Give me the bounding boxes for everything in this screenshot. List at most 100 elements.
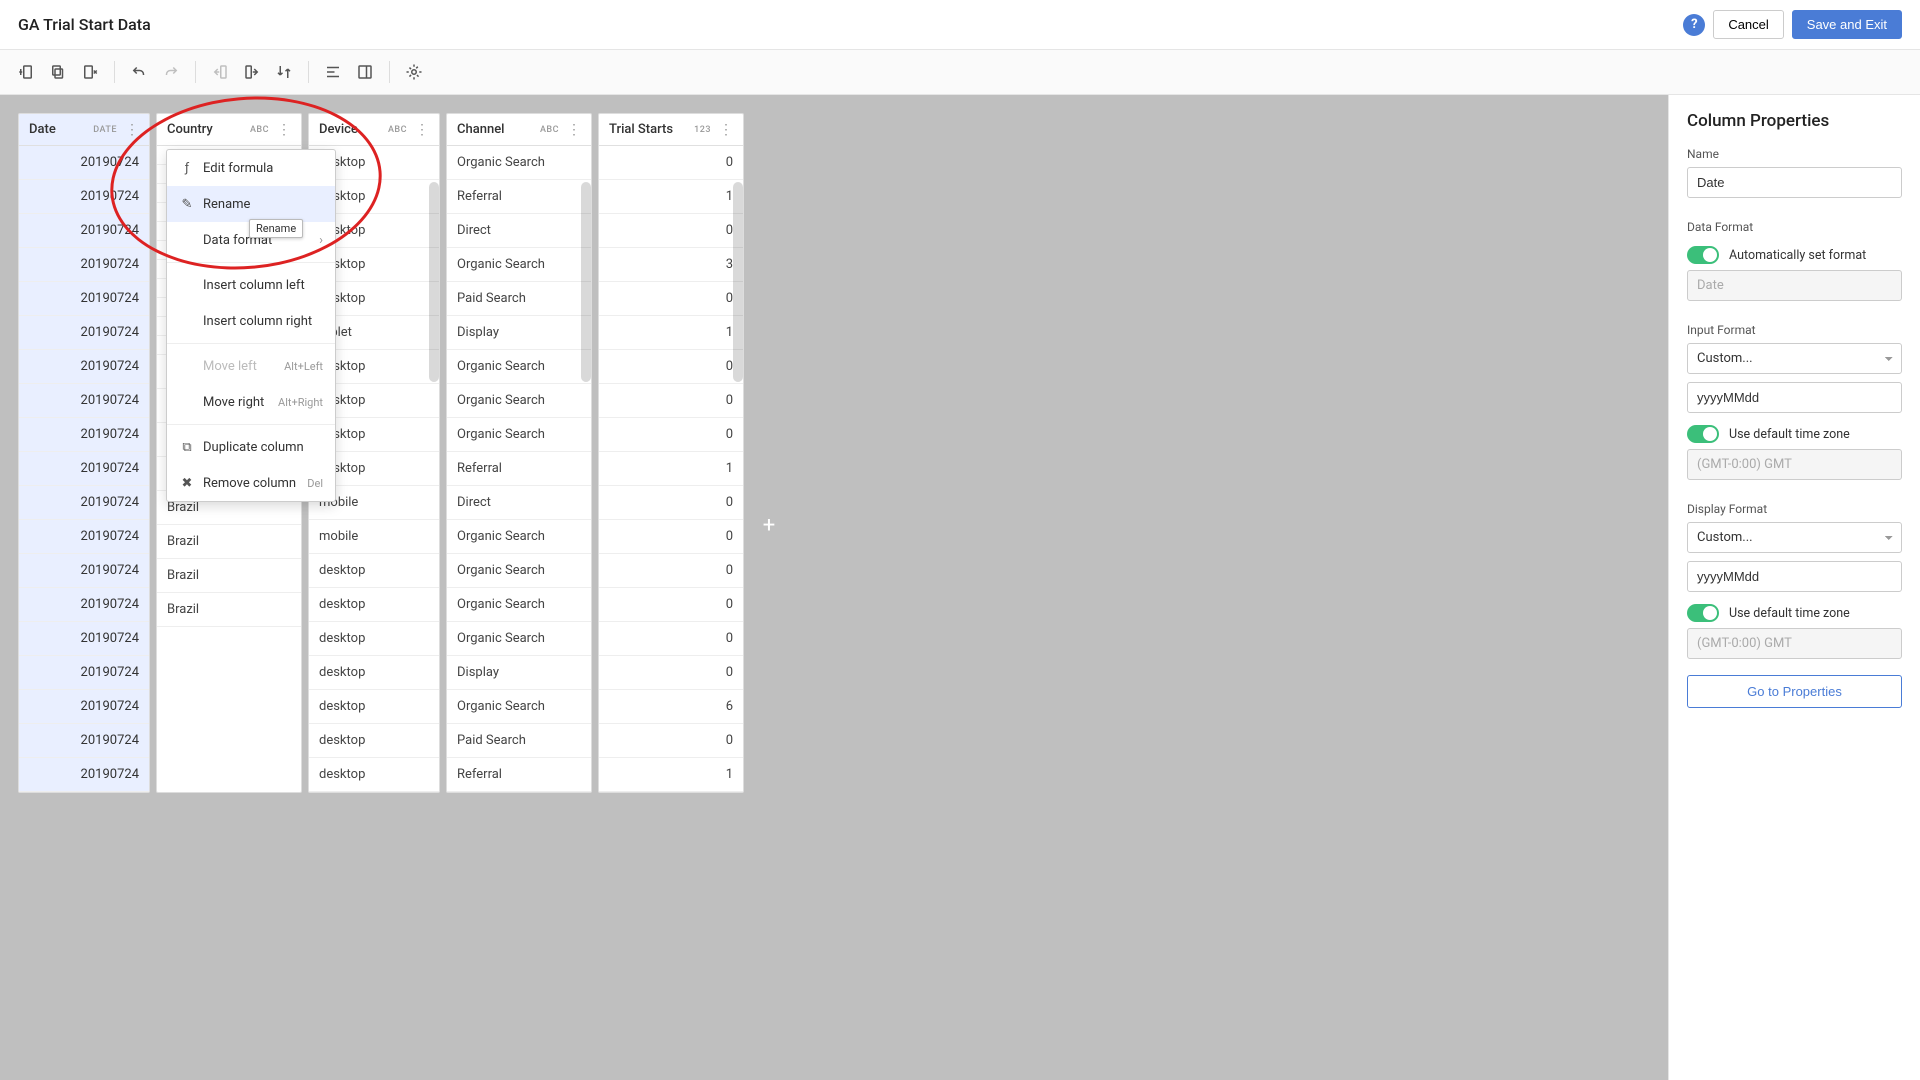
duplicate-icon[interactable] [44,58,72,86]
table-cell[interactable]: 20190724 [19,384,149,418]
move-right-icon[interactable] [238,58,266,86]
remove-column-icon[interactable] [76,58,104,86]
column-menu-icon[interactable]: ⋮ [563,123,581,137]
table-cell[interactable]: Organic Search [447,350,591,384]
table-cell[interactable]: desktop [309,724,439,758]
table-cell[interactable]: 20190724 [19,146,149,180]
table-cell[interactable]: 1 [599,180,743,214]
table-cell[interactable]: 0 [599,724,743,758]
undo-icon[interactable] [125,58,153,86]
table-cell[interactable]: 20190724 [19,520,149,554]
menu-remove[interactable]: ✖Remove columnDel [167,465,335,501]
table-cell[interactable]: 0 [599,214,743,248]
table-cell[interactable]: Organic Search [447,622,591,656]
table-cell[interactable]: Organic Search [447,588,591,622]
table-cell[interactable]: Paid Search [447,282,591,316]
table-cell[interactable]: 0 [599,146,743,180]
table-cell[interactable]: Referral [447,452,591,486]
scrollbar[interactable] [581,182,591,382]
table-cell[interactable]: 20190724 [19,214,149,248]
table-cell[interactable]: 20190724 [19,588,149,622]
display-tz-toggle[interactable] [1687,604,1719,622]
table-cell[interactable]: Referral [447,758,591,792]
menu-edit-formula[interactable]: ƒEdit formula [167,150,335,186]
table-cell[interactable]: desktop [309,690,439,724]
menu-rename[interactable]: ✎Rename [167,186,335,222]
save-exit-button[interactable]: Save and Exit [1792,10,1902,39]
add-column-button[interactable]: + [750,113,788,793]
table-cell[interactable]: 20190724 [19,758,149,792]
table-cell[interactable]: 0 [599,350,743,384]
table-cell[interactable]: 20190724 [19,554,149,588]
input-pattern-input[interactable] [1687,382,1902,413]
column-header[interactable]: Trial Starts 123 ⋮ [599,114,743,146]
table-cell[interactable]: desktop [309,554,439,588]
help-icon[interactable]: ? [1683,14,1705,36]
table-cell[interactable]: Organic Search [447,554,591,588]
insert-left-icon[interactable] [12,58,40,86]
table-cell[interactable]: 20190724 [19,656,149,690]
table-cell[interactable]: 20190724 [19,452,149,486]
swap-icon[interactable] [270,58,298,86]
table-cell[interactable]: mobile [309,520,439,554]
table-cell[interactable]: 1 [599,316,743,350]
table-cell[interactable]: Brazil [157,559,301,593]
menu-move-right[interactable]: Move rightAlt+Right [167,384,335,420]
go-to-properties-button[interactable]: Go to Properties [1687,675,1902,708]
cancel-button[interactable]: Cancel [1713,10,1783,39]
table-cell[interactable]: Direct [447,486,591,520]
table-cell[interactable]: Organic Search [447,690,591,724]
table-cell[interactable]: 20190724 [19,248,149,282]
display-pattern-input[interactable] [1687,561,1902,592]
column-header[interactable]: Channel ABC ⋮ [447,114,591,146]
table-cell[interactable]: 0 [599,554,743,588]
table-cell[interactable]: Organic Search [447,384,591,418]
table-cell[interactable]: Referral [447,180,591,214]
table-cell[interactable]: Organic Search [447,520,591,554]
table-cell[interactable]: desktop [309,656,439,690]
table-cell[interactable]: 20190724 [19,282,149,316]
column-name-input[interactable] [1687,167,1902,198]
column-menu-icon[interactable]: ⋮ [715,123,733,137]
table-cell[interactable]: Display [447,316,591,350]
table-cell[interactable]: 1 [599,758,743,792]
table-cell[interactable]: 20190724 [19,418,149,452]
table-cell[interactable]: 3 [599,248,743,282]
panel-icon[interactable] [351,58,379,86]
align-icon[interactable] [319,58,347,86]
column-header[interactable]: Date DATE ⋮ [19,114,149,146]
menu-insert-left[interactable]: Insert column left [167,267,335,303]
table-cell[interactable]: 20190724 [19,180,149,214]
table-cell[interactable]: Brazil [157,525,301,559]
menu-duplicate[interactable]: ⧉Duplicate column [167,429,335,465]
table-cell[interactable]: desktop [309,758,439,792]
table-cell[interactable]: 0 [599,622,743,656]
table-cell[interactable]: 0 [599,384,743,418]
table-cell[interactable]: 0 [599,520,743,554]
input-format-select[interactable]: Custom... [1687,343,1902,374]
menu-data-format[interactable]: Data format› Rename [167,222,335,258]
column-header[interactable]: Country ABC ⋮ [157,114,301,146]
table-cell[interactable]: Brazil [157,593,301,627]
table-cell[interactable]: Organic Search [447,146,591,180]
table-cell[interactable]: 20190724 [19,486,149,520]
auto-format-toggle[interactable] [1687,246,1719,264]
column-header[interactable]: Device ABC ⋮ [309,114,439,146]
table-cell[interactable]: 1 [599,452,743,486]
table-cell[interactable]: desktop [309,588,439,622]
table-cell[interactable]: 20190724 [19,622,149,656]
table-cell[interactable]: 20190724 [19,690,149,724]
table-cell[interactable]: 20190724 [19,724,149,758]
table-cell[interactable]: 0 [599,282,743,316]
gear-icon[interactable] [400,58,428,86]
column-menu-icon[interactable]: ⋮ [121,123,139,137]
table-cell[interactable]: 0 [599,588,743,622]
input-tz-toggle[interactable] [1687,425,1719,443]
scrollbar[interactable] [733,182,743,382]
table-cell[interactable]: 20190724 [19,316,149,350]
table-cell[interactable]: 0 [599,656,743,690]
column-menu-icon[interactable]: ⋮ [411,123,429,137]
scrollbar[interactable] [429,182,439,382]
table-cell[interactable]: Organic Search [447,248,591,282]
table-cell[interactable]: Display [447,656,591,690]
